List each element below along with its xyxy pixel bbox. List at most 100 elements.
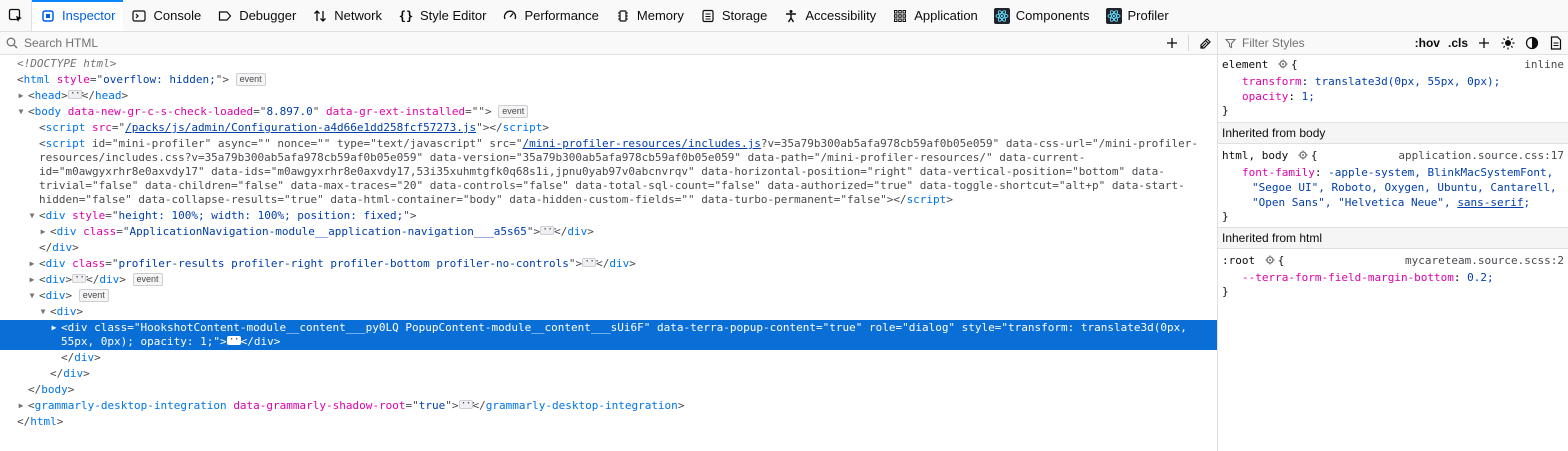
debugger-icon — [217, 8, 233, 24]
tab-label: Inspector — [62, 8, 116, 23]
collapsed-ellipsis[interactable] — [67, 86, 85, 102]
element-rule: element { inline transform: translate3d(… — [1218, 56, 1568, 118]
rule-close-brace: } — [1222, 285, 1229, 298]
inherited-header: Inherited from body — [1218, 122, 1568, 144]
devtools-tabbar: Inspector Console Debugger Network {} St… — [0, 0, 1568, 32]
dark-mode-icon[interactable] — [1520, 32, 1544, 54]
add-rule-icon[interactable] — [1472, 32, 1496, 54]
pseudo-class-toggle[interactable]: :hov — [1411, 36, 1444, 50]
div-node[interactable]: <div> event — [39, 288, 1217, 304]
element-picker-button[interactable] — [0, 0, 32, 31]
tab-label: Memory — [636, 8, 684, 23]
rule-source[interactable]: inline — [1524, 57, 1564, 72]
body-node[interactable]: <body data-new-gr-c-s-check-loaded="8.89… — [28, 104, 1217, 120]
style-editor-icon: {} — [398, 8, 414, 23]
tab-debugger[interactable]: Debugger — [209, 0, 304, 31]
html-close[interactable]: </html> — [17, 414, 1217, 430]
doctype-node[interactable]: <!DOCTYPE html> — [17, 56, 1217, 72]
filter-icon — [1218, 32, 1242, 54]
div-node[interactable]: <div class="profiler-results profiler-ri… — [39, 254, 1217, 272]
application-icon — [892, 8, 908, 24]
collapse-twisty[interactable]: ▼ — [38, 304, 48, 320]
tab-label: Debugger — [239, 8, 297, 23]
expand-twisty[interactable]: ▶ — [38, 224, 48, 240]
collapsed-ellipsis[interactable] — [226, 332, 244, 348]
tab-style-editor[interactable]: {} Style Editor — [390, 0, 494, 31]
div-close[interactable]: </div> — [50, 366, 1217, 382]
css-declaration[interactable]: transform: translate3d(0px, 55px, 0px); — [1242, 74, 1500, 89]
root-rule: :root { mycareteam.source.scss:2 --terra… — [1218, 251, 1568, 301]
collapsed-ellipsis[interactable] — [458, 396, 476, 412]
tab-profiler[interactable]: Profiler — [1098, 0, 1177, 31]
rule-source[interactable]: mycareteam.source.scss:2 — [1405, 253, 1564, 268]
collapse-twisty[interactable]: ▼ — [27, 288, 37, 304]
div-close[interactable]: </div> — [61, 350, 1217, 366]
css-declaration[interactable]: opacity: 1; — [1242, 89, 1315, 104]
expand-twisty[interactable]: ▶ — [49, 320, 59, 336]
print-media-icon[interactable] — [1544, 32, 1568, 54]
gear-icon[interactable] — [1278, 59, 1288, 69]
event-badge[interactable]: event — [498, 105, 529, 118]
light-mode-icon[interactable] — [1496, 32, 1520, 54]
tab-storage[interactable]: Storage — [692, 0, 776, 31]
css-declaration-continued: "Segoe UI", Roboto, Oxygen, Ubuntu, Cant… — [1252, 181, 1557, 194]
rule-source[interactable]: application.source.css:17 — [1398, 148, 1564, 163]
filter-styles-input[interactable] — [1242, 33, 1392, 53]
gear-icon[interactable] — [1265, 255, 1275, 265]
tab-label: Performance — [524, 8, 599, 23]
markup-view: <!DOCTYPE html> <html style="overflow: h… — [0, 56, 1217, 451]
gear-icon[interactable] — [1298, 150, 1308, 160]
collapse-twisty[interactable]: ▼ — [27, 208, 37, 224]
tab-components[interactable]: Components — [986, 0, 1098, 31]
tab-inspector[interactable]: Inspector — [32, 0, 124, 31]
collapsed-ellipsis[interactable] — [72, 270, 89, 286]
head-node[interactable]: <head></head> — [28, 86, 1217, 104]
body-close[interactable]: </body> — [28, 382, 1217, 398]
rule-selector: html, body { — [1222, 149, 1318, 162]
tab-label: Profiler — [1127, 8, 1169, 23]
body-rule: html, body { application.source.css:17 f… — [1218, 146, 1568, 226]
tab-application[interactable]: Application — [884, 0, 986, 31]
tab-label: Console — [153, 8, 202, 23]
tab-network[interactable]: Network — [304, 0, 390, 31]
event-badge[interactable]: event — [132, 273, 163, 286]
tab-memory[interactable]: Memory — [607, 0, 692, 31]
html-node[interactable]: <html style="overflow: hidden;"> event — [17, 72, 1217, 88]
eyedropper-icon[interactable] — [1193, 32, 1217, 54]
class-toggle[interactable]: .cls — [1444, 36, 1472, 50]
css-declaration[interactable]: --terra-form-field-margin-bottom: 0.2; — [1242, 270, 1494, 285]
tab-label: Style Editor — [419, 8, 487, 23]
rule-selector: element { — [1222, 58, 1298, 71]
css-declaration[interactable]: font-family: -apple-system, BlinkMacSyst… — [1242, 165, 1553, 180]
script-node-continued: hidden="false" data-collapse-results="tr… — [39, 193, 953, 206]
css-declaration-continued: "Open Sans", "Helvetica Neue", sans-seri… — [1252, 196, 1531, 209]
div-node[interactable]: <div class="ApplicationNavigation-module… — [50, 222, 1217, 240]
expand-twisty[interactable]: ▶ — [16, 88, 26, 104]
div-node[interactable]: <div> — [50, 304, 1217, 320]
event-badge[interactable]: event — [235, 73, 266, 86]
expand-twisty[interactable]: ▶ — [16, 398, 26, 414]
rule-close-brace: } — [1222, 210, 1229, 223]
add-node-icon[interactable] — [1160, 32, 1184, 54]
tab-label: Network — [334, 8, 382, 23]
tab-label: Application — [914, 8, 978, 23]
grammarly-node[interactable]: <grammarly-desktop-integration data-gram… — [28, 396, 1217, 414]
tab-performance[interactable]: Performance — [494, 0, 606, 31]
collapse-twisty[interactable]: ▼ — [16, 104, 26, 120]
tab-accessibility[interactable]: Accessibility — [775, 0, 884, 31]
search-html-input[interactable] — [24, 33, 1160, 53]
collapsed-ellipsis[interactable] — [540, 222, 557, 238]
storage-icon — [700, 8, 716, 24]
inherited-header: Inherited from html — [1218, 227, 1568, 249]
tab-console[interactable]: Console — [123, 0, 209, 31]
event-badge[interactable]: event — [78, 289, 109, 302]
collapsed-ellipsis[interactable] — [582, 254, 599, 270]
rules-view: element { inline transform: translate3d(… — [1218, 56, 1568, 451]
expand-twisty[interactable]: ▶ — [27, 272, 37, 288]
script-node[interactable]: <script src="/packs/js/admin/Configurati… — [39, 120, 1217, 136]
tab-label: Accessibility — [805, 8, 877, 23]
expand-twisty[interactable]: ▶ — [27, 256, 37, 272]
div-node[interactable]: <div style="height: 100%; width: 100%; p… — [39, 208, 1217, 224]
div-node[interactable]: <div></div> event — [39, 270, 1217, 288]
div-close[interactable]: </div> — [39, 240, 1217, 256]
